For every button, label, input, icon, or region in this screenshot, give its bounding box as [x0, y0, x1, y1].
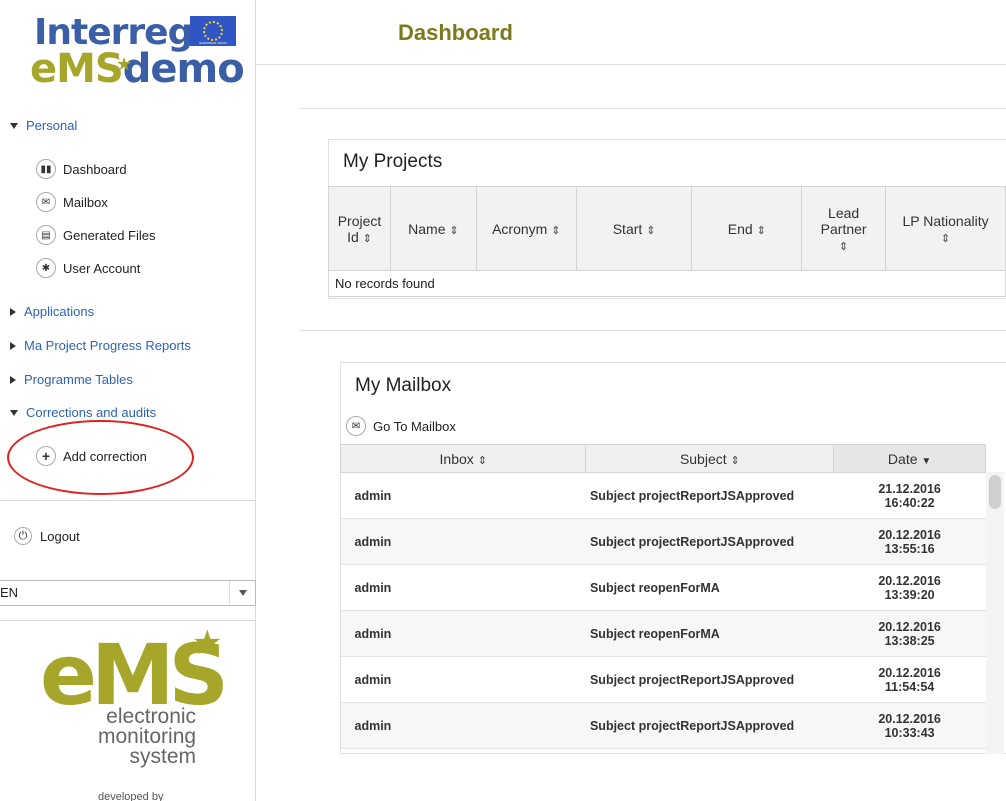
mailbox-scrollbar-thumb[interactable]: [989, 475, 1001, 509]
sort-icon: ⇕: [839, 240, 849, 253]
gear-icon: ✱: [36, 258, 56, 278]
sidebar-item-mailbox[interactable]: ✉ Mailbox: [36, 192, 108, 212]
table-row[interactable]: admin Subject projectReportJSApproved 20…: [340, 656, 986, 703]
sort-icon: ⇕: [362, 232, 372, 245]
sidebar-item-dashboard[interactable]: ▮▮ Dashboard: [36, 159, 127, 179]
sidebar-divider: [0, 620, 256, 621]
interreg-ems-demo-logo: Interreg EUROPEAN UNION eMSdemo ★: [30, 10, 245, 92]
chevron-down-icon[interactable]: [229, 581, 255, 605]
star-icon: ★: [192, 624, 223, 662]
column-header-inbox[interactable]: Inbox ⇕: [339, 444, 587, 473]
logout-button[interactable]: ⏻ Logout: [14, 527, 80, 545]
sidebar-section-label: Corrections and audits: [26, 405, 157, 420]
go-to-mailbox-button[interactable]: ✉ Go To Mailbox: [346, 416, 456, 436]
sidebar-section-ma-project-progress-reports[interactable]: Ma Project Progress Reports: [10, 338, 191, 353]
sort-icon: ⇕: [449, 224, 459, 237]
dashboard-icon: ▮▮: [36, 159, 56, 179]
column-header-project-id[interactable]: Project Id ⇕: [328, 186, 391, 271]
ems-demo-wordmark: eMSdemo ★: [30, 47, 245, 91]
developed-by-text: developed by: [98, 791, 164, 801]
mail-icon: ✉: [346, 416, 366, 436]
power-icon: ⏻: [14, 527, 32, 545]
sidebar-divider: [0, 500, 256, 501]
go-to-mailbox-label: Go To Mailbox: [373, 418, 456, 434]
projects-table: Project Id ⇕ Name ⇕ Acronym ⇕ Start ⇕ En…: [328, 186, 1006, 297]
sort-icon: ⇕: [756, 224, 766, 237]
logout-label: Logout: [40, 528, 80, 544]
mailbox-scrollbar[interactable]: [986, 472, 1004, 754]
my-projects-title: My Projects: [343, 151, 443, 172]
column-header-acronym[interactable]: Acronym ⇕: [475, 186, 577, 271]
language-select[interactable]: EN: [0, 580, 256, 606]
sort-icon: ⇕: [551, 224, 561, 237]
file-icon: ▤: [36, 225, 56, 245]
table-row[interactable]: admin Subject reopenForMA 20.12.2016 13:3…: [340, 564, 986, 611]
sidebar-section-applications[interactable]: Applications: [10, 304, 94, 319]
column-header-lp-nationality[interactable]: LP Nationality ⇕: [885, 186, 1006, 271]
my-mailbox-title: My Mailbox: [355, 375, 452, 396]
sort-icon: ⇕: [477, 454, 487, 467]
empty-message: No records found: [328, 270, 1006, 297]
sort-icon: ⇕: [730, 454, 740, 467]
sidebar-item-generated-files[interactable]: ▤ Generated Files: [36, 225, 156, 245]
sidebar-section-label: Ma Project Progress Reports: [24, 338, 191, 353]
ems-logo: eMS ★ electronic monitoring system devel…: [40, 624, 230, 801]
sidebar-section-personal[interactable]: Personal: [10, 118, 77, 133]
sidebar-item-label: Mailbox: [63, 194, 108, 210]
sort-icon: ⇕: [646, 224, 656, 237]
mail-icon: ✉: [36, 192, 56, 212]
sidebar-item-label: User Account: [63, 260, 141, 276]
sidebar-section-programme-tables[interactable]: Programme Tables: [10, 372, 133, 387]
star-icon: ★: [116, 54, 132, 75]
eu-flag-icon: EUROPEAN UNION: [190, 16, 236, 46]
sidebar-section-label: Programme Tables: [24, 372, 133, 387]
column-header-end[interactable]: End ⇕: [691, 186, 803, 271]
content-divider: [300, 330, 1006, 331]
mailbox-table: Inbox ⇕ Subject ⇕ Date ▼ admin Subject p…: [339, 444, 986, 749]
sidebar-section-corrections-and-audits[interactable]: Corrections and audits: [10, 405, 156, 420]
chevron-down-icon: [10, 122, 18, 129]
table-row[interactable]: admin Subject reopenForMA 20.12.2016 13:3…: [340, 610, 986, 657]
sidebar-item-label: Generated Files: [63, 227, 156, 243]
column-header-start[interactable]: Start ⇕: [575, 186, 693, 271]
chevron-down-icon: [10, 409, 18, 416]
column-header-subject[interactable]: Subject ⇕: [585, 444, 835, 473]
header-divider: [256, 64, 1006, 65]
sort-desc-icon: ▼: [921, 455, 932, 467]
ems-tagline: electronic monitoring system: [98, 705, 197, 768]
chevron-right-icon: [10, 341, 16, 350]
sidebar-item-user-account[interactable]: ✱ User Account: [36, 258, 140, 278]
table-row[interactable]: admin Subject projectReportJSApproved 20…: [340, 518, 986, 565]
column-header-name[interactable]: Name ⇕: [389, 186, 477, 271]
red-highlight-circle: [7, 420, 194, 495]
column-header-date[interactable]: Date ▼: [833, 444, 986, 473]
sidebar: Interreg EUROPEAN UNION eMSdemo ★ Person…: [0, 0, 256, 801]
chevron-right-icon: [10, 307, 16, 316]
sort-icon: ⇕: [940, 232, 951, 245]
sidebar-section-label: Personal: [26, 118, 78, 133]
column-header-lead-partner[interactable]: Lead Partner ⇕: [801, 186, 887, 271]
page-title: Dashboard: [398, 20, 513, 45]
sidebar-section-label: Applications: [24, 304, 95, 319]
table-row[interactable]: admin Subject projectReportJSApproved 21…: [340, 472, 986, 519]
sidebar-item-label: Dashboard: [63, 161, 127, 177]
language-value: EN: [0, 585, 19, 600]
chevron-right-icon: [10, 375, 16, 384]
table-row[interactable]: admin Subject projectReportJSApproved 20…: [340, 702, 986, 749]
content-divider: [300, 108, 1006, 109]
